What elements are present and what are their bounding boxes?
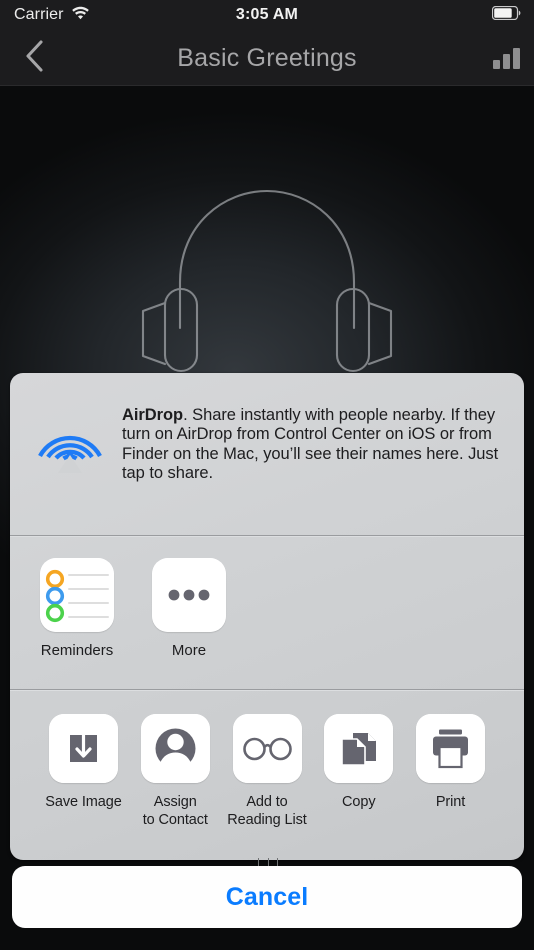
app-item-reminders[interactable]: Reminders (36, 558, 118, 689)
phone-screen: Carrier 3:05 AM Basic Greetings AirDrop.… (0, 0, 534, 950)
action-label-line1: Assign (153, 794, 197, 810)
airdrop-icon (32, 400, 108, 481)
action-label: Copy (342, 794, 376, 810)
action-item-assign-to-contact[interactable]: Assign to Contact (132, 714, 219, 860)
airdrop-description: AirDrop. Share instantly with people nea… (122, 400, 502, 483)
app-label: Reminders (40, 642, 114, 659)
action-item-save-image[interactable]: Save Image (40, 714, 127, 860)
glasses-icon (232, 714, 302, 783)
copy-icon (324, 714, 394, 783)
action-label: Print (435, 794, 466, 810)
reminders-app-icon (40, 558, 114, 632)
save-image-icon (49, 714, 118, 783)
action-label: Assign to Contact (143, 793, 208, 829)
battery-icon (491, 5, 521, 25)
assign-to-contact-icon (140, 714, 210, 783)
printer-icon (416, 714, 485, 783)
status-bar: Carrier 3:05 AM (0, 0, 534, 30)
action-item-print[interactable]: Print (407, 714, 494, 860)
signal-bars-icon[interactable] (493, 30, 520, 86)
cancel-button[interactable]: Cancel (12, 866, 522, 928)
action-label-line2: Reading List (227, 812, 307, 829)
more-dots-icon (152, 558, 226, 632)
action-label: Add to Reading List (227, 793, 307, 829)
page-title: Basic Greetings (177, 43, 357, 72)
signal-bar-3 (513, 48, 520, 69)
airdrop-section[interactable]: AirDrop. Share instantly with people nea… (10, 373, 524, 535)
actions-row: Save Image Assign to Contact Add to Read… (10, 690, 524, 860)
headphones-outline-illustration (137, 178, 397, 383)
action-item-copy[interactable]: Copy (315, 714, 402, 860)
app-item-more[interactable]: More (148, 558, 230, 689)
navigation-bar: Basic Greetings (0, 30, 534, 86)
signal-bar-2 (503, 54, 510, 69)
action-label-line1: Add to (246, 794, 288, 810)
signal-bar-1 (493, 60, 500, 69)
action-label: Save Image (45, 794, 122, 810)
status-bar-time: 3:05 AM (235, 6, 299, 23)
share-sheet: AirDrop. Share instantly with people nea… (10, 373, 524, 860)
action-label-line2: to Contact (142, 812, 208, 829)
app-label: More (171, 642, 207, 659)
airdrop-title: AirDrop (122, 406, 184, 424)
action-item-add-to-reading-list[interactable]: Add to Reading List (224, 714, 311, 860)
status-bar-right (491, 0, 521, 30)
apps-row: Reminders More (10, 536, 524, 689)
